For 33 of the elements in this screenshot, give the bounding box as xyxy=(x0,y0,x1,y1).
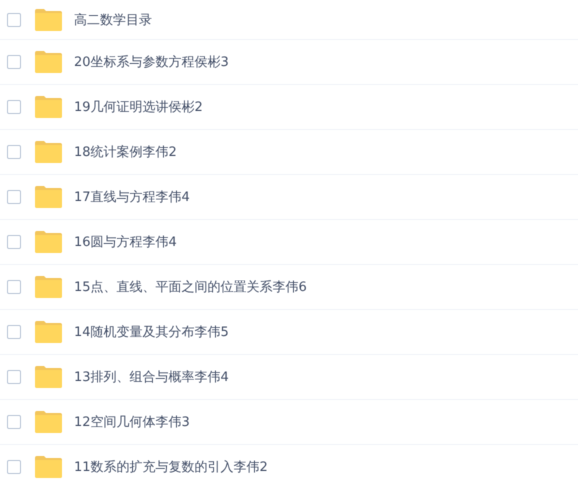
folder-name[interactable]: 14随机变量及其分布李伟5 xyxy=(74,323,229,341)
folder-icon xyxy=(35,456,62,478)
folder-name[interactable]: 19几何证明选讲侯彬2 xyxy=(74,98,203,116)
checkbox[interactable] xyxy=(7,145,21,159)
checkbox[interactable] xyxy=(7,415,21,429)
checkbox[interactable] xyxy=(7,12,21,26)
checkbox[interactable] xyxy=(7,55,21,69)
folder-icon xyxy=(35,411,62,433)
folder-name[interactable]: 18统计案例李伟2 xyxy=(74,143,177,161)
folder-name[interactable]: 17直线与方程李伟4 xyxy=(74,188,190,206)
folder-name[interactable]: 13排列、组合与概率李伟4 xyxy=(74,368,229,386)
folder-icon xyxy=(35,8,62,30)
folder-icon xyxy=(35,231,62,253)
folder-icon xyxy=(35,321,62,343)
checkbox[interactable] xyxy=(7,460,21,474)
folder-name[interactable]: 20坐标系与参数方程侯彬3 xyxy=(74,53,229,71)
folder-name[interactable]: 高二数学目录 xyxy=(74,10,152,28)
checkbox[interactable] xyxy=(7,325,21,339)
checkbox[interactable] xyxy=(7,280,21,294)
folder-name[interactable]: 12空间几何体李伟3 xyxy=(74,413,190,431)
folder-icon xyxy=(35,96,62,118)
folder-icon xyxy=(35,276,62,298)
folder-name[interactable]: 11数系的扩充与复数的引入李伟2 xyxy=(74,458,268,476)
checkbox[interactable] xyxy=(7,370,21,384)
folder-icon xyxy=(35,51,62,73)
folder-icon xyxy=(35,141,62,163)
folder-icon xyxy=(35,186,62,208)
checkbox[interactable] xyxy=(7,235,21,249)
checkbox[interactable] xyxy=(7,190,21,204)
folder-name[interactable]: 15点、直线、平面之间的位置关系李伟6 xyxy=(74,278,307,296)
folder-icon xyxy=(35,366,62,388)
checkbox[interactable] xyxy=(7,100,21,114)
folder-name[interactable]: 16圆与方程李伟4 xyxy=(74,233,177,251)
